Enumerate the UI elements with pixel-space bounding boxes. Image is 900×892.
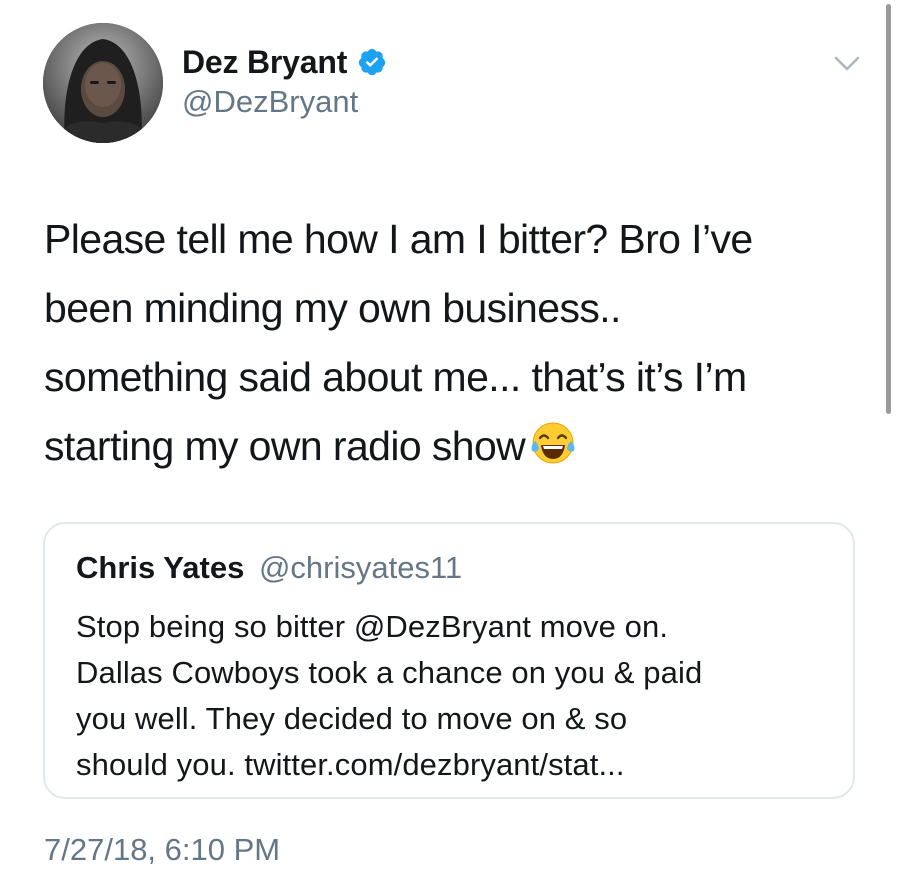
- quoted-text-line: should you. twitter.com/dezbryant/stat..…: [76, 747, 625, 782]
- author-display-name[interactable]: Dez Bryant: [182, 44, 347, 81]
- quoted-tweet-header: Chris Yates @chrisyates11: [76, 550, 462, 586]
- quoted-tweet-text: Stop being so bitter @DezBryant move on.…: [76, 604, 836, 788]
- tweet-timestamp[interactable]: 7/27/18, 6:10 PM: [44, 832, 280, 868]
- author-name-row: Dez Bryant: [182, 42, 387, 82]
- quoted-text-line: you well. They decided to move on & so: [76, 701, 628, 736]
- quoted-author-handle: @chrisyates11: [258, 550, 463, 585]
- face-with-tears-of-joy-icon: [529, 419, 577, 467]
- tweet-text-line: something said about me... that’s it’s I…: [44, 354, 747, 400]
- avatar-photo-icon: [43, 23, 163, 143]
- quoted-text-line: Stop being so bitter @DezBryant move on.: [76, 609, 669, 644]
- chevron-down-icon: [834, 56, 860, 71]
- more-options-button[interactable]: [830, 48, 864, 78]
- tweet-text: Please tell me how I am I bitter? Bro I’…: [44, 205, 864, 481]
- author-handle[interactable]: @DezBryant: [182, 84, 358, 120]
- tweet-text-line: Please tell me how I am I bitter? Bro I’…: [44, 216, 753, 262]
- verified-badge-icon: [357, 47, 387, 77]
- avatar[interactable]: [43, 23, 163, 143]
- tweet-text-line: starting my own radio show: [44, 423, 526, 469]
- tweet-text-line: been minding my own business..: [44, 285, 621, 331]
- tweet-text-line-with-emoji: starting my own radio show: [44, 412, 864, 481]
- tweet: Dez Bryant @DezBryant Please tell me how…: [0, 0, 900, 892]
- quoted-text-line: Dallas Cowboys took a chance on you & pa…: [76, 655, 703, 690]
- quoted-author-name: Chris Yates: [76, 550, 245, 585]
- scrollbar[interactable]: [886, 4, 891, 414]
- quoted-tweet-card[interactable]: Chris Yates @chrisyates11 Stop being so …: [43, 522, 855, 799]
